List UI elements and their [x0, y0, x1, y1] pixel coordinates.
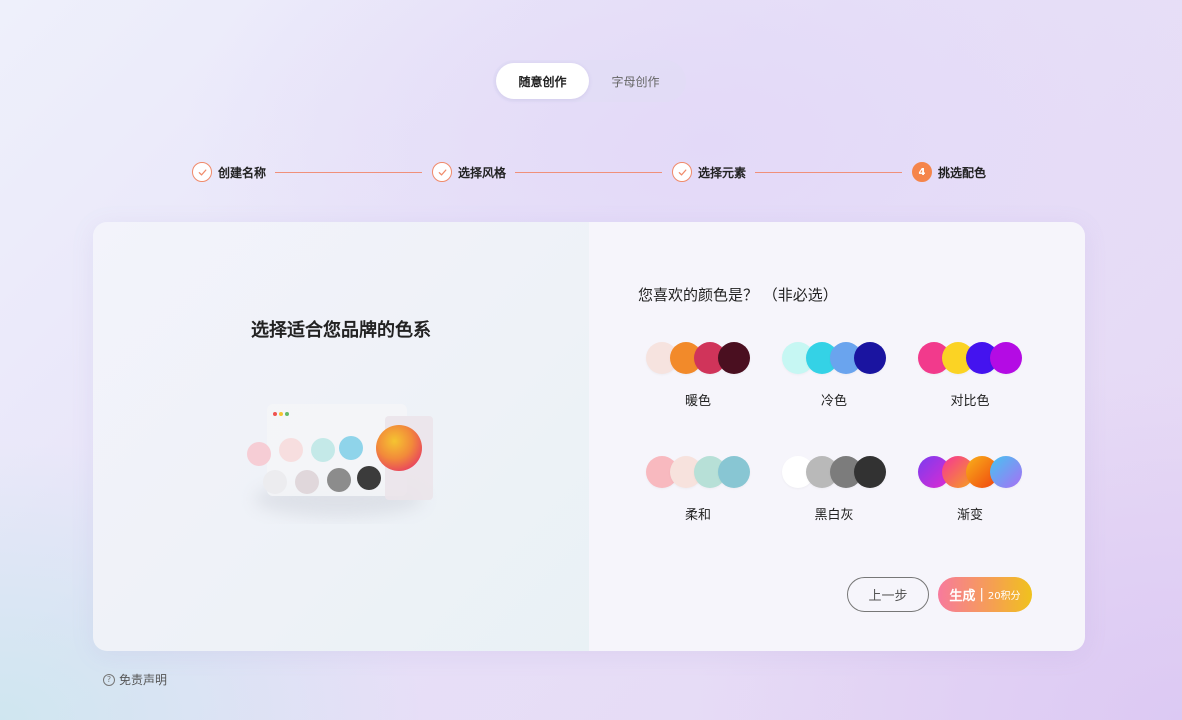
palette-illustration [239, 394, 439, 524]
step-label: 创建名称 [218, 165, 267, 180]
swatch [990, 456, 1022, 488]
swatch [718, 456, 750, 488]
palette-swatches [646, 456, 756, 490]
palette-swatches [782, 342, 892, 376]
generate-cost: 20积分 [987, 591, 1021, 602]
step-number-badge: 4 [912, 162, 932, 182]
palette-gradient[interactable]: 渐变 [918, 456, 1028, 536]
check-icon [432, 162, 452, 182]
palette-label: 渐变 [956, 508, 983, 523]
panel-title: 选择适合您品牌的色系 [251, 320, 431, 341]
tab-letter-creation[interactable]: 字母创作 [589, 63, 682, 99]
step-pick-colors: 4 挑选配色 [912, 161, 986, 183]
swatch [718, 342, 750, 374]
palette-grayscale[interactable]: 黑白灰 [782, 456, 892, 536]
swatch [854, 342, 886, 374]
progress-steps: 创建名称 选择风格 选择元素 4 挑选配色 [192, 161, 992, 183]
palette-warm[interactable]: 暖色 [646, 342, 756, 422]
palette-swatches [918, 456, 1028, 490]
step-label: 选择元素 [698, 165, 747, 180]
generate-label: 生成 [949, 589, 976, 604]
step-connector [755, 172, 902, 173]
generate-separator: | [979, 587, 984, 602]
palette-swatches [918, 342, 1028, 376]
check-icon [192, 162, 212, 182]
step-connector [275, 172, 422, 173]
color-question: 您喜欢的颜色是？ （非必选） [638, 286, 838, 304]
right-panel: 您喜欢的颜色是？ （非必选） 暖色 冷色 对比色 柔和 黑白灰 渐变 上一步 生… [589, 222, 1085, 651]
palette-cool[interactable]: 冷色 [782, 342, 892, 422]
swatch [990, 342, 1022, 374]
generate-button[interactable]: 生成 | 20积分 [938, 577, 1032, 612]
disclaimer-link[interactable]: ? 免责声明 [103, 671, 167, 688]
check-icon [672, 162, 692, 182]
palette-label: 冷色 [820, 394, 847, 409]
palette-swatches [646, 342, 756, 376]
tab-free-creation[interactable]: 随意创作 [496, 63, 589, 99]
swatch [854, 456, 886, 488]
step-connector [515, 172, 662, 173]
palette-label: 暖色 [684, 394, 711, 409]
palette-label: 黑白灰 [814, 508, 854, 523]
step-select-elements: 选择元素 [672, 161, 746, 183]
palette-contrast[interactable]: 对比色 [918, 342, 1028, 422]
mode-switch: 随意创作 字母创作 [493, 60, 686, 102]
left-panel: 选择适合您品牌的色系 [93, 222, 589, 651]
disclaimer-label: 免责声明 [119, 673, 168, 687]
color-selection-card: 选择适合您品牌的色系 您喜欢的颜色是？ （非必选） 暖色 冷色 对比色 柔和 黑… [93, 222, 1085, 651]
previous-step-button[interactable]: 上一步 [847, 577, 929, 612]
help-circle-icon: ? [103, 673, 115, 686]
step-select-style: 选择风格 [432, 161, 506, 183]
step-label: 挑选配色 [938, 165, 987, 180]
step-create-name: 创建名称 [192, 161, 266, 183]
palette-soft[interactable]: 柔和 [646, 456, 756, 536]
palette-swatches [782, 456, 892, 490]
palette-label: 柔和 [684, 508, 711, 523]
palette-label: 对比色 [950, 394, 990, 409]
step-label: 选择风格 [458, 165, 507, 180]
